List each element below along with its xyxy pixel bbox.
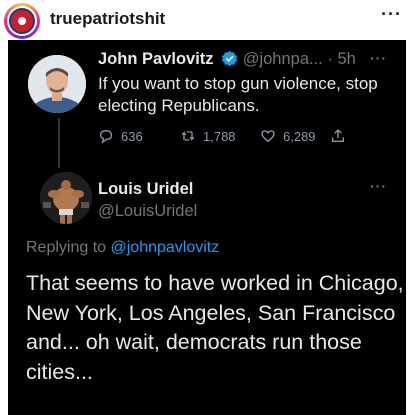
tweet-author-name[interactable]: John Pavlovitz [98, 50, 214, 68]
tweet-author-handle[interactable]: @johnpa... [243, 50, 323, 68]
verified-badge-icon [222, 50, 238, 67]
retweet-icon [181, 131, 195, 141]
replying-to-line: Replying to @johnpavlovitz [26, 239, 219, 257]
tweet-more-button[interactable]: ··· [370, 50, 387, 66]
avatar-ring-inner [7, 6, 37, 36]
reply-tweet-text: That seems to have worked in Chicago, Ne… [26, 271, 404, 384]
share-icon [332, 129, 344, 142]
patriot-seal-icon [9, 8, 35, 34]
profile-avatar[interactable] [4, 3, 40, 39]
reply-author-handle[interactable]: @LouisUridel [98, 202, 197, 221]
reply-action[interactable]: 636 [98, 128, 143, 144]
reply-author-name[interactable]: Louis Uridel [98, 180, 193, 199]
replying-to-prefix: Replying to [26, 239, 111, 256]
heart-icon [261, 130, 275, 143]
replying-to-mention[interactable]: @johnpavlovitz [111, 239, 220, 256]
thread-connector-line [58, 118, 60, 168]
reply-more-button[interactable]: ··· [370, 178, 387, 194]
tweet-separator: · [322, 50, 338, 68]
share-action[interactable] [330, 128, 353, 144]
reply-count: 636 [121, 128, 143, 144]
post-username[interactable]: truepatriotshit [50, 9, 165, 29]
like-count: 6,289 [283, 128, 316, 144]
louis-uridel-avatar[interactable] [40, 172, 92, 224]
tweet-timestamp[interactable]: 5h [337, 50, 355, 68]
retweet-action[interactable]: 1,788 [180, 128, 236, 144]
tweet-author-line: John Pavlovitz @johnpa... · 5h [98, 50, 356, 69]
instagram-post-header: truepatriotshit ··· [0, 0, 414, 40]
tweet-text: If you want to stop gun violence, stop e… [98, 74, 378, 115]
john-pavlovitz-avatar[interactable] [28, 55, 86, 113]
like-action[interactable]: 6,289 [260, 128, 316, 144]
post-options-button[interactable]: ··· [381, 4, 402, 25]
retweet-count: 1,788 [203, 128, 236, 144]
tweet-screenshot: John Pavlovitz @johnpa... · 5h ··· If yo… [8, 40, 406, 415]
reply-icon [99, 129, 113, 144]
